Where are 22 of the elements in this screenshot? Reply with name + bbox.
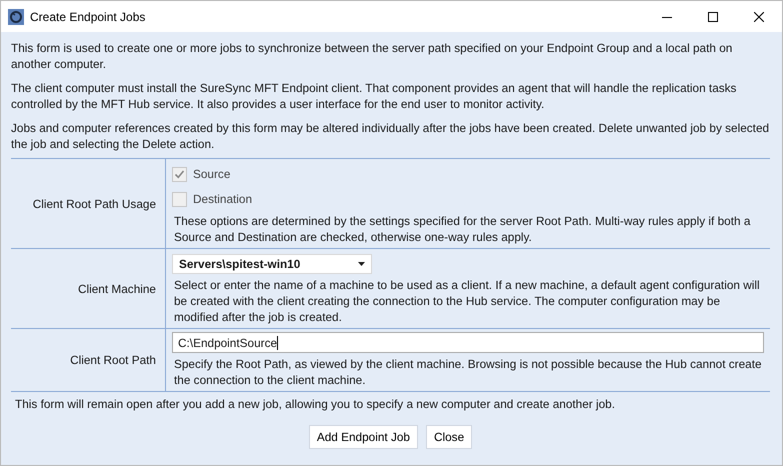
checkbox-label: Destination <box>193 192 252 206</box>
field-label: Client Machine <box>78 282 156 296</box>
help-text: Select or enter the name of a machine to be used as a client. If a new machine, a default agent configuration will be created with the client creating the connection to the Hub service. The computer configuration may be modified after the job is created. <box>173 277 761 325</box>
info-text: This form will remain open after you add a new job, allowing you to specify a new computer and create another job. <box>15 396 616 412</box>
field-label: Client Root Path <box>70 353 156 367</box>
window-title: Create Endpoint Jobs <box>30 10 146 24</box>
checkmark-icon <box>174 168 185 180</box>
close-icon <box>754 12 764 22</box>
help-text: These options are determined by the settings specified for the server Root Path. Multi-way rules apply if both a Source and Destination are checked, otherwise one-way rules apply. <box>173 213 752 245</box>
help-text: Specify the Root Path, as viewed by the client machine. Browsing is not possible because the Hub cannot create the connection to the client machine. <box>173 356 763 388</box>
path-input-field[interactable]: C:\EndpointSource <box>172 332 764 353</box>
dropdown-arrow-icon <box>358 262 365 266</box>
close-dialog-button[interactable]: Close <box>426 425 472 449</box>
checkbox-label: Source <box>193 167 230 181</box>
maximize-icon <box>708 12 718 22</box>
machine-dropdown[interactable]: Servers\spitest-win10 <box>172 254 372 274</box>
description-text: Jobs and computer references created by this form may be altered individually after the jobs have been created. Delete unwanted job by selected the job and selecting the Delete action. <box>11 120 770 152</box>
add-job-button[interactable]: Add Endpoint Job <box>308 425 418 449</box>
description-text: The client computer must install the SureSync MFT Endpoint client. That component provides an agent that will handle the replication tasks controlled by the MFT Hub service. It also provides a user interface for the end user to monitor activity. <box>11 80 738 112</box>
app-icon <box>8 8 24 24</box>
field-label: Client Root Path Usage <box>32 196 156 210</box>
description-text: This form is used to create one or more jobs to synchronize between the server path specified on your Endpoint Group and a local path on another computer. <box>11 40 734 72</box>
